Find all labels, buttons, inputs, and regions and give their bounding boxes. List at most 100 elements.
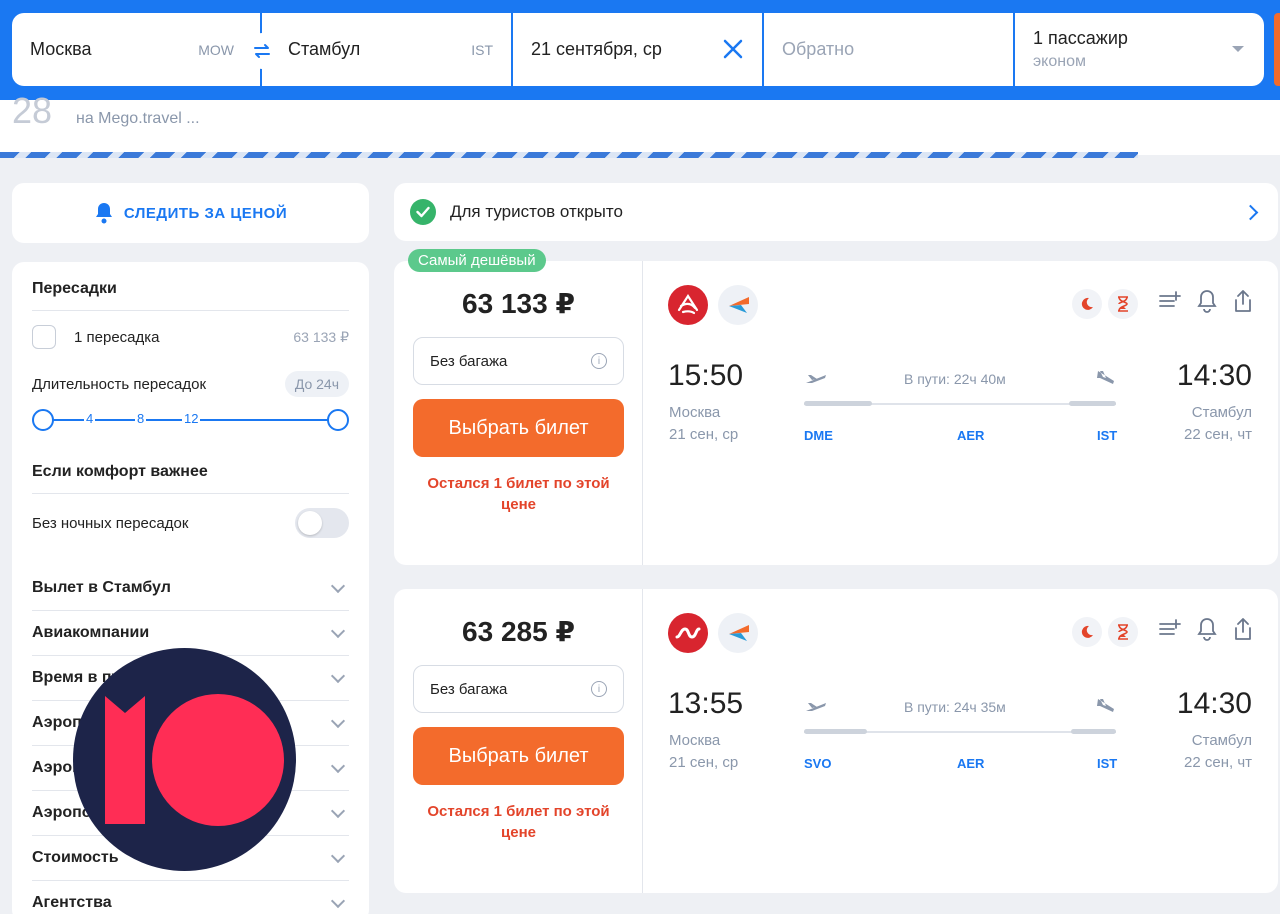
- departure-time: 13:55: [668, 687, 744, 720]
- to-code: IST: [471, 42, 493, 58]
- add-to-list-icon[interactable]: [1158, 617, 1182, 646]
- accordion-agencies[interactable]: Агентства: [32, 881, 349, 914]
- long-transfer-icon: [1108, 289, 1138, 319]
- bell-icon: [95, 203, 112, 224]
- departure-city: Москва: [669, 732, 721, 749]
- buy-ticket-button[interactable]: Выбрать билет: [413, 399, 624, 457]
- cabin-class: эконом: [1033, 53, 1086, 70]
- slider-max-handle[interactable]: [327, 409, 349, 431]
- ticket-card: Самый дешёвый 63 133 ₽ Без багажа i Выбр…: [394, 249, 1278, 565]
- departure-date: 21 сен, ср: [669, 426, 739, 443]
- share-icon[interactable]: [1232, 617, 1254, 646]
- progress-bar: [0, 152, 1138, 158]
- banner-text: Для туристов открыто: [450, 202, 623, 221]
- tourist-info-banner[interactable]: Для туристов открыто: [394, 183, 1278, 241]
- baggage-label: Без багажа: [430, 680, 508, 698]
- one-transfer-label: 1 пересадка: [74, 328, 160, 346]
- ticket-actions: [1158, 617, 1254, 646]
- swap-icon[interactable]: [246, 35, 278, 67]
- return-date-field[interactable]: Обратно: [764, 13, 1015, 86]
- route-line: [804, 729, 1116, 734]
- clear-date-icon[interactable]: [722, 38, 744, 65]
- plane-landing-icon: [1094, 369, 1118, 392]
- ticket-card: 63 285 ₽ Без багажа i Выбрать билет Оста…: [394, 589, 1278, 893]
- search-form: Москва MOW Стамбул IST 21 сентября, ср О…: [12, 13, 1264, 86]
- one-transfer-option[interactable]: 1 пересадка 63 133 ₽: [32, 325, 349, 349]
- slider-min-handle[interactable]: [32, 409, 54, 431]
- no-night-label: Без ночных пересадок: [32, 514, 189, 532]
- from-field[interactable]: Москва MOW: [12, 13, 262, 86]
- follow-price-button[interactable]: СЛЕДИТЬ ЗА ЦЕНОЙ: [12, 183, 369, 243]
- partner-airline-logo-icon: [718, 613, 758, 653]
- passengers-count: 1 пассажир: [1033, 28, 1128, 48]
- chevron-down-icon: [330, 893, 346, 908]
- segment-bar: [804, 729, 867, 734]
- slider-tick: 12: [182, 411, 201, 426]
- watermark-logo-icon: [73, 648, 296, 871]
- no-night-option: Без ночных пересадок: [32, 508, 349, 538]
- one-transfer-checkbox[interactable]: [32, 325, 56, 349]
- duration-slider[interactable]: 4 8 12: [32, 409, 349, 431]
- arrival-city: Стамбул: [1191, 732, 1252, 749]
- segment-bar: [804, 401, 872, 406]
- arrival-time: 14:30: [1176, 687, 1252, 720]
- arrival-date: 22 сен, чт: [1184, 426, 1252, 443]
- airport-code: AER: [957, 428, 985, 443]
- bell-icon[interactable]: [1196, 617, 1218, 646]
- chevron-down-icon: [330, 758, 346, 773]
- info-icon[interactable]: i: [591, 353, 607, 369]
- accordion-label: Вылет в Стамбул: [32, 579, 171, 596]
- chevron-down-icon: [330, 803, 346, 818]
- progress-message: на Mego.travel ...: [76, 110, 200, 127]
- to-field[interactable]: Стамбул IST: [262, 13, 513, 86]
- cheapest-badge: Самый дешёвый: [408, 249, 546, 272]
- arrival-date: 22 сен, чт: [1184, 754, 1252, 771]
- plane-takeoff-icon: [804, 371, 828, 392]
- share-icon[interactable]: [1232, 289, 1254, 318]
- bell-icon[interactable]: [1196, 289, 1218, 318]
- depart-date-field[interactable]: 21 сентября, ср: [513, 13, 764, 86]
- airport-code: AER: [957, 756, 985, 771]
- from-code: MOW: [198, 42, 234, 58]
- night-transfer-icon: [1072, 617, 1102, 647]
- flight-duration: В пути: 24ч 35м: [904, 699, 1006, 715]
- info-icon[interactable]: i: [591, 681, 607, 697]
- night-transfer-icon: [1072, 289, 1102, 319]
- passengers-field[interactable]: 1 пассажир эконом: [1015, 13, 1264, 86]
- accordion-label: Стоимость: [32, 849, 119, 866]
- baggage-selector[interactable]: Без багажа i: [413, 665, 624, 713]
- departure-city: Москва: [669, 404, 721, 421]
- buy-ticket-button[interactable]: Выбрать билет: [413, 727, 624, 785]
- departure-date: 21 сен, ср: [669, 754, 739, 771]
- one-transfer-price: 63 133 ₽: [293, 328, 349, 345]
- slider-tick: 8: [135, 411, 147, 426]
- ticket-tags: [1072, 617, 1138, 647]
- transfers-title: Пересадки: [32, 280, 349, 311]
- search-button-edge[interactable]: [1274, 13, 1280, 86]
- comfort-title: Если комфорт важнее: [32, 463, 349, 494]
- arrival-city: Стамбул: [1191, 404, 1252, 421]
- duration-value: До 24ч: [284, 371, 349, 397]
- progress-counter: 28: [12, 90, 53, 131]
- search-progress: 28 на Mego.travel ...: [0, 90, 1280, 158]
- follow-price-label: СЛЕДИТЬ ЗА ЦЕНОЙ: [123, 204, 288, 222]
- accordion-departure[interactable]: Вылет в Стамбул: [32, 566, 349, 611]
- partner-airline-logo-icon: [718, 285, 758, 325]
- return-placeholder: Обратно: [782, 39, 855, 59]
- baggage-selector[interactable]: Без багажа i: [413, 337, 624, 385]
- plane-takeoff-icon: [804, 699, 828, 720]
- airport-code: SVO: [804, 756, 832, 771]
- plane-landing-icon: [1094, 697, 1118, 720]
- chevron-down-icon: [330, 623, 346, 638]
- airport-code: IST: [1097, 756, 1118, 771]
- check-icon: [410, 199, 436, 225]
- add-to-list-icon[interactable]: [1158, 289, 1182, 318]
- depart-date: 21 сентября, ср: [531, 39, 662, 59]
- no-night-toggle[interactable]: [295, 508, 349, 538]
- accordion-label: Авиакомпании: [32, 624, 150, 641]
- from-city: Москва: [30, 39, 92, 59]
- ticket-price-panel: Самый дешёвый 63 133 ₽ Без багажа i Выбр…: [394, 249, 643, 565]
- chevron-down-icon: [330, 578, 346, 593]
- ticket-price: 63 285 ₽: [462, 616, 575, 647]
- airport-code: IST: [1097, 428, 1118, 443]
